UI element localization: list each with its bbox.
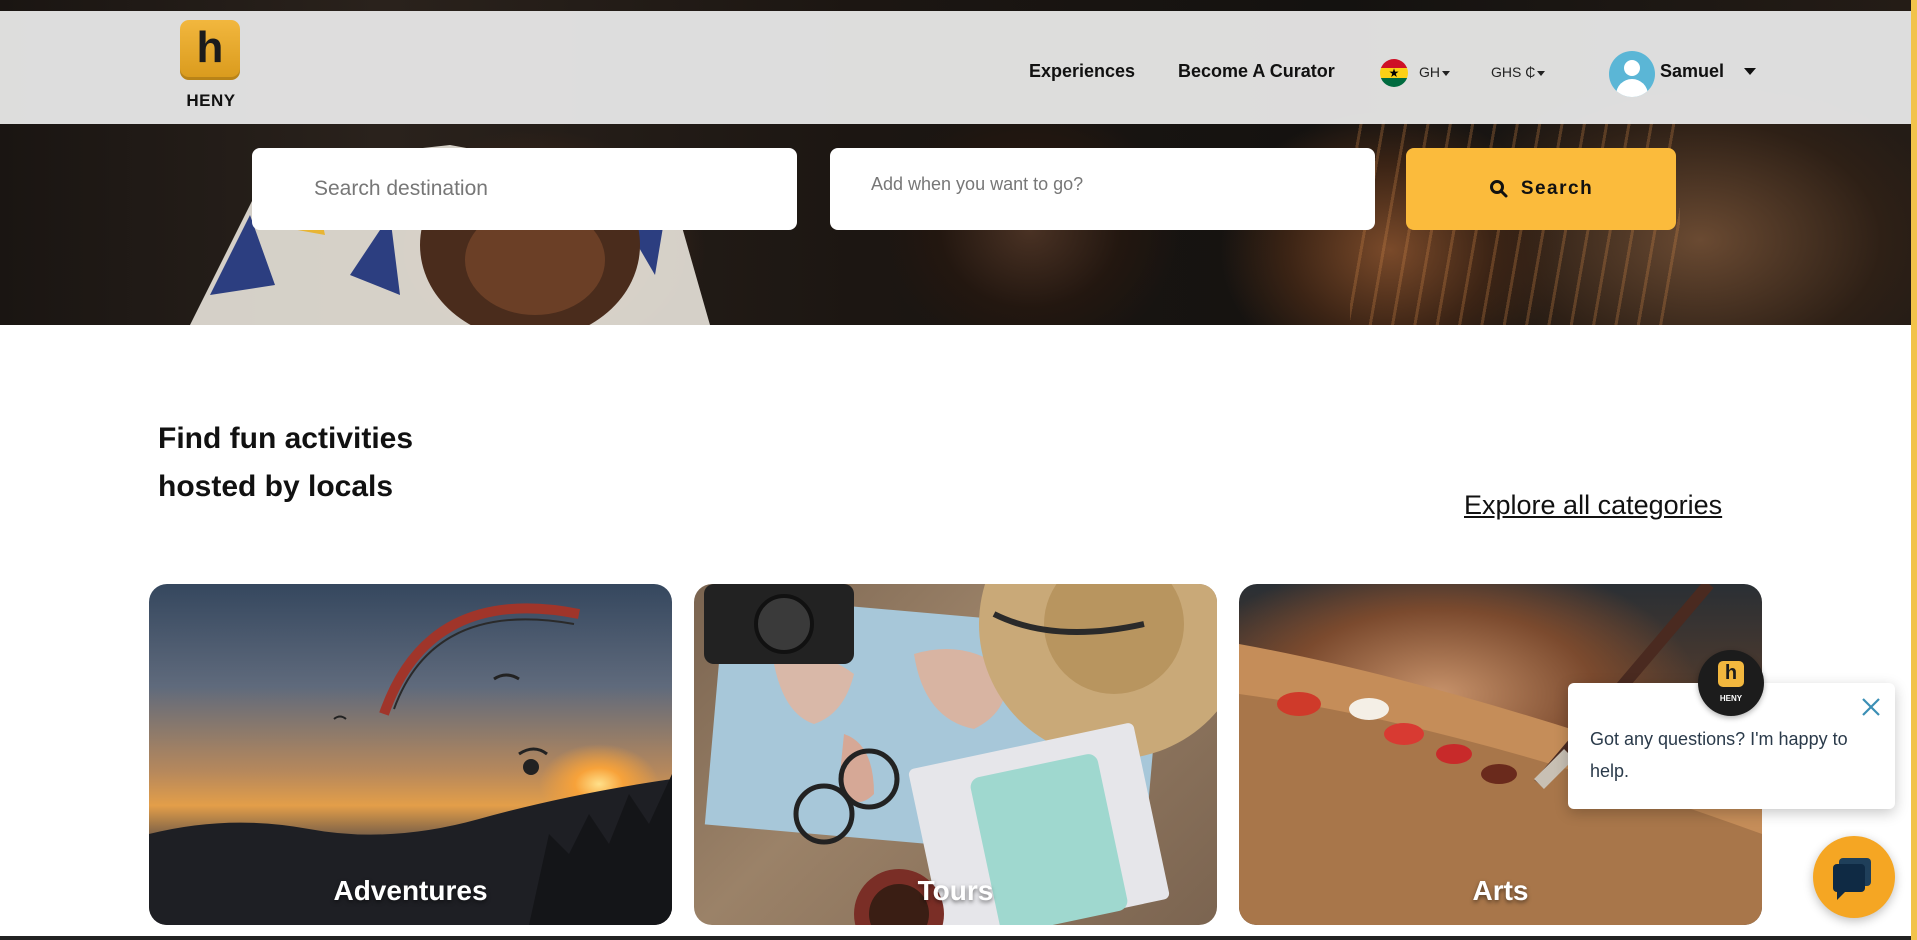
- section-heading: Find fun activities hosted by locals: [158, 415, 413, 511]
- logo-letter: h: [196, 23, 224, 72]
- avatar-head: [1624, 60, 1640, 76]
- close-icon[interactable]: [1858, 694, 1884, 720]
- chat-bubble-icon: [1833, 858, 1871, 900]
- user-name[interactable]: Samuel: [1660, 61, 1724, 82]
- chat-avatar-text: HENY: [1719, 694, 1743, 703]
- chevron-down-icon: [1442, 70, 1450, 76]
- currency-code: GHS ₵: [1491, 64, 1536, 80]
- country-code: GH: [1419, 64, 1440, 80]
- date-input[interactable]: [871, 148, 1375, 220]
- destination-search-box: [252, 148, 797, 230]
- chat-launcher-button[interactable]: [1813, 836, 1895, 918]
- chevron-down-icon: [1537, 70, 1546, 76]
- adventures-image: [149, 603, 672, 925]
- chat-agent-avatar: h HENY: [1698, 650, 1764, 716]
- logo-text: HENY: [186, 91, 236, 110]
- search-icon: [1489, 180, 1508, 198]
- tours-image: [704, 584, 1217, 925]
- card-label-adventures: Adventures: [333, 875, 488, 906]
- ghana-flag-icon[interactable]: ★: [1380, 59, 1408, 87]
- card-label-arts: Arts: [1472, 875, 1529, 906]
- page-bottom-edge: [0, 936, 1911, 940]
- date-search-box: [830, 148, 1375, 230]
- explore-all-categories-link[interactable]: Explore all categories: [1464, 490, 1722, 521]
- nav-become-curator[interactable]: Become A Curator: [1178, 61, 1335, 82]
- category-card-tours[interactable]: Tours: [694, 584, 1217, 925]
- chat-message: Got any questions? I'm happy to help.: [1590, 729, 1848, 781]
- user-menu-chevron-icon[interactable]: [1744, 68, 1756, 75]
- chat-avatar-logo: h: [1718, 661, 1744, 687]
- category-card-adventures[interactable]: Adventures: [149, 584, 672, 925]
- heny-logo[interactable]: h: [180, 20, 240, 80]
- country-select[interactable]: GH: [1419, 64, 1450, 80]
- heading-line-2: hosted by locals: [158, 470, 394, 503]
- card-label-tours: Tours: [917, 875, 994, 906]
- user-avatar[interactable]: [1609, 51, 1655, 97]
- currency-select[interactable]: GHS ₵: [1491, 64, 1546, 80]
- search-button-label: Search: [1520, 178, 1594, 199]
- flag-star-icon: ★: [1388, 66, 1400, 80]
- page-right-edge: [1911, 0, 1917, 940]
- nav-experiences[interactable]: Experiences: [1029, 61, 1135, 82]
- avatar-body: [1616, 79, 1648, 97]
- destination-input[interactable]: [314, 148, 797, 230]
- heading-line-1: Find fun activities: [158, 422, 414, 455]
- search-button[interactable]: Search: [1406, 148, 1676, 230]
- top-navigation: h HENY Experiences Become A Curator ★ GH…: [0, 11, 1911, 124]
